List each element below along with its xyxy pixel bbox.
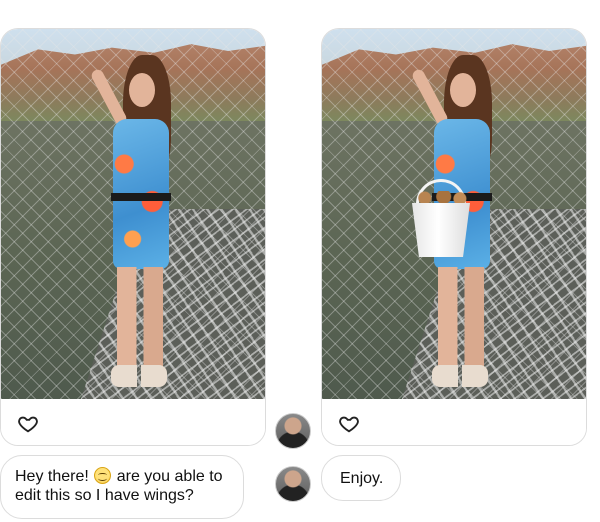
smiling-face-icon [94, 467, 112, 484]
belt [111, 193, 171, 201]
post-footer [1, 399, 265, 445]
message-bubble-reply: Enjoy. [321, 455, 401, 501]
message-bubble-question: Hey there! are you able to edit this so … [0, 455, 244, 519]
avatar[interactable] [275, 413, 311, 449]
legs [117, 267, 163, 377]
post-card-original [0, 28, 266, 446]
face [450, 73, 476, 107]
avatar[interactable] [275, 466, 311, 502]
post-photo-edited[interactable] [322, 29, 586, 399]
woman-figure [89, 47, 189, 392]
bucket-of-snacks [410, 179, 472, 257]
face [129, 73, 155, 107]
legs [438, 267, 484, 377]
heart-outline-icon[interactable] [15, 411, 41, 437]
message-text-reply: Enjoy. [340, 470, 384, 487]
post-photo-original[interactable] [1, 29, 265, 399]
bucket-body [412, 203, 470, 257]
heart-outline-icon[interactable] [336, 411, 362, 437]
message-text-part1: Hey there! [15, 468, 94, 485]
post-card-edited [321, 28, 587, 446]
post-footer [322, 399, 586, 445]
shoes [432, 365, 488, 387]
snacks [414, 191, 468, 205]
shoes [111, 365, 167, 387]
